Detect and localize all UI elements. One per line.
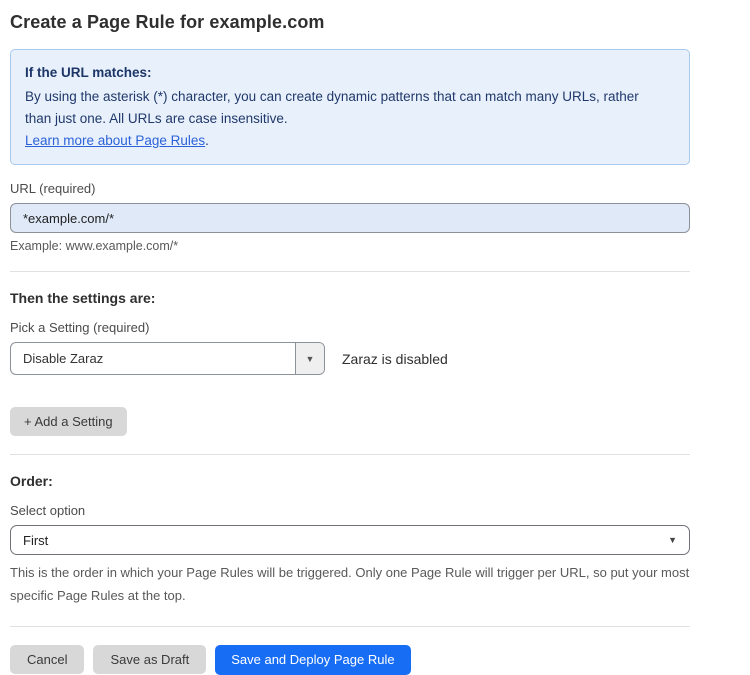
setting-select-value: Disable Zaraz [11,343,295,374]
info-box-heading: If the URL matches: [25,62,675,84]
order-section-heading: Order: [10,473,690,489]
url-example-helper: Example: www.example.com/* [10,239,690,253]
save-and-deploy-button[interactable]: Save and Deploy Page Rule [215,645,410,675]
setting-select[interactable]: Disable Zaraz ▼ [10,342,325,375]
chevron-down-icon: ▼ [668,535,677,545]
order-select-value: First [23,533,48,548]
order-select-label: Select option [10,503,690,518]
info-box-body: By using the asterisk (*) character, you… [25,86,665,130]
save-as-draft-button[interactable]: Save as Draft [93,645,206,674]
url-match-info-box: If the URL matches: By using the asteris… [10,49,690,165]
link-suffix: . [205,133,209,148]
create-page-rule-form: Create a Page Rule for example.com If th… [0,0,700,675]
divider [10,626,690,627]
chevron-down-icon[interactable]: ▼ [295,343,324,374]
page-title: Create a Page Rule for example.com [10,12,690,33]
footer-actions: Cancel Save as Draft Save and Deploy Pag… [10,645,690,675]
setting-status-text: Zaraz is disabled [342,351,448,367]
divider [10,271,690,272]
info-box-link-line: Learn more about Page Rules. [25,130,675,152]
add-setting-button[interactable]: + Add a Setting [10,407,127,436]
learn-more-link[interactable]: Learn more about Page Rules [25,133,205,148]
url-input[interactable] [10,203,690,233]
divider [10,454,690,455]
order-helper-text: This is the order in which your Page Rul… [10,562,690,608]
pick-setting-label: Pick a Setting (required) [10,320,690,335]
setting-row: Disable Zaraz ▼ Zaraz is disabled [10,342,690,375]
order-select[interactable]: First ▼ [10,525,690,555]
cancel-button[interactable]: Cancel [10,645,84,674]
url-field-label: URL (required) [10,181,690,196]
settings-section-heading: Then the settings are: [10,290,690,306]
